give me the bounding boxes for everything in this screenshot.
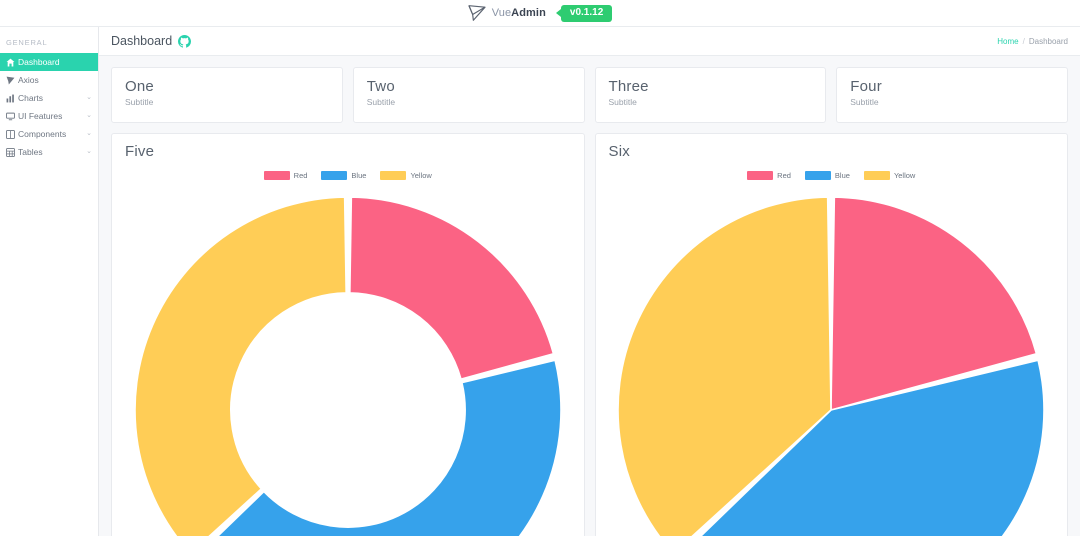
brand[interactable]: VueAdmin v0.1.12 — [468, 4, 613, 22]
legend-label: Blue — [351, 171, 367, 180]
legend-swatch-red — [747, 171, 774, 180]
chevron-down-icon: ⌄ — [86, 147, 92, 155]
monitor-icon — [6, 112, 17, 121]
version-badge-wrap: v0.1.12 — [555, 4, 613, 22]
stat-card-title: One — [125, 78, 154, 95]
sidebar-item-label: Dashboard — [18, 57, 60, 67]
sidebar-item-label: Components — [18, 129, 67, 139]
legend-label: Blue — [834, 171, 850, 180]
legend-item-red[interactable]: Red — [263, 171, 308, 180]
breadcrumb: Home / Dashboard — [997, 37, 1068, 46]
stat-card-title: Four — [850, 78, 882, 95]
chart-slice-blue[interactable] — [195, 359, 562, 536]
breadcrumb-home[interactable]: Home — [997, 37, 1018, 46]
home-icon — [6, 58, 17, 67]
stat-card-one[interactable]: One Subtitle — [111, 67, 343, 123]
sidebar: GENERAL Dashboard Axios Charts ⌄ UI Feat… — [0, 27, 99, 536]
brand-name-light: Vue — [491, 7, 512, 19]
top-brand-bar: VueAdmin v0.1.12 — [0, 0, 1080, 27]
breadcrumb-separator: / — [1022, 36, 1025, 46]
stat-card-title: Two — [366, 78, 395, 95]
sidebar-item-dashboard[interactable]: Dashboard — [0, 53, 98, 71]
table-icon — [6, 147, 17, 157]
chart-legend: Red Blue Yellow — [609, 171, 1068, 180]
chart-card-six: Six Red Blue Yellow — [594, 133, 1068, 536]
chevron-down-icon: ⌄ — [86, 129, 92, 137]
chevron-down-icon: ⌄ — [86, 93, 92, 101]
legend-label: Yellow — [893, 171, 916, 180]
paper-plane-icon — [468, 5, 486, 21]
bar-chart-icon — [6, 94, 17, 103]
sidebar-item-charts[interactable]: Charts ⌄ — [0, 89, 98, 107]
sidebar-item-tables[interactable]: Tables ⌄ — [0, 143, 98, 161]
chart-card-title: Five — [125, 143, 155, 160]
legend-item-blue[interactable]: Blue — [804, 171, 850, 180]
sidebar-item-label: Charts — [18, 93, 44, 103]
version-badge[interactable]: v0.1.12 — [560, 4, 613, 22]
legend-item-yellow[interactable]: Yellow — [863, 171, 916, 180]
legend-swatch-red — [263, 171, 290, 180]
pie-chart-canvas[interactable] — [596, 190, 1068, 536]
legend-label: Red — [777, 171, 791, 180]
brand-name-bold: Admin — [511, 7, 546, 19]
page-title: Dashboard — [111, 34, 192, 48]
stat-card-row: One Subtitle Two Subtitle Three Subtitle… — [99, 56, 1080, 123]
sidebar-item-label: Tables — [18, 147, 43, 157]
chart-card-row: Five Red Blue Yellow Six Red Blue Yellow — [99, 123, 1080, 536]
paper-plane-icon — [6, 76, 17, 85]
sidebar-item-components[interactable]: Components ⌄ — [0, 125, 98, 143]
breadcrumb-current: Dashboard — [1028, 36, 1068, 46]
sidebar-item-label: UI Features — [18, 111, 63, 121]
legend-label: Yellow — [410, 171, 432, 180]
github-icon[interactable] — [178, 34, 192, 48]
sidebar-item-axios[interactable]: Axios — [0, 71, 98, 89]
legend-item-red[interactable]: Red — [747, 171, 791, 180]
stat-card-subtitle: Subtitle — [366, 97, 396, 107]
stat-card-subtitle: Subtitle — [125, 97, 154, 107]
sidebar-item-ui-features[interactable]: UI Features ⌄ — [0, 107, 98, 125]
legend-swatch-blue — [804, 171, 831, 180]
stat-card-four[interactable]: Four Subtitle — [836, 67, 1068, 123]
stat-card-three[interactable]: Three Subtitle — [594, 67, 827, 123]
stat-card-subtitle: Subtitle — [608, 97, 637, 107]
legend-label: Red — [293, 171, 308, 180]
chart-card-title: Six — [608, 143, 630, 160]
chart-legend: Red Blue Yellow — [125, 171, 584, 180]
sidebar-item-label: Axios — [18, 75, 39, 85]
main-content: Dashboard Home / Dashboard One Subtitle … — [99, 27, 1080, 536]
columns-icon — [6, 129, 17, 139]
legend-item-yellow[interactable]: Yellow — [380, 171, 432, 180]
stat-card-title: Three — [608, 78, 649, 95]
chevron-down-icon: ⌄ — [86, 111, 92, 119]
page-title-text: Dashboard — [111, 34, 173, 48]
legend-item-blue[interactable]: Blue — [321, 171, 366, 180]
page-header: Dashboard Home / Dashboard — [99, 27, 1080, 56]
legend-swatch-blue — [321, 171, 348, 180]
chart-card-five: Five Red Blue Yellow — [111, 133, 585, 536]
doughnut-chart-canvas[interactable] — [112, 190, 584, 536]
stat-card-subtitle: Subtitle — [850, 97, 879, 107]
sidebar-section-general: GENERAL — [6, 38, 48, 47]
stat-card-two[interactable]: Two Subtitle — [352, 67, 585, 123]
chart-slice-yellow[interactable] — [133, 196, 347, 536]
brand-name: VueAdmin — [492, 7, 546, 19]
chart-slice-red[interactable] — [348, 196, 555, 381]
legend-swatch-yellow — [380, 171, 407, 180]
legend-swatch-yellow — [863, 171, 890, 180]
